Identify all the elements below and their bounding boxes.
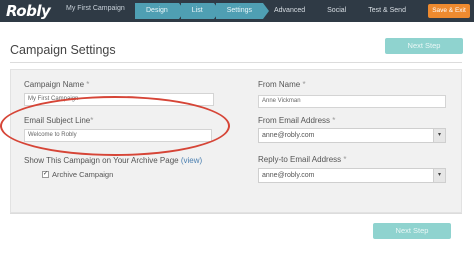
view-archive-link[interactable]: (view) — [181, 156, 202, 165]
divider — [10, 213, 462, 214]
page-title: Campaign Settings — [10, 43, 116, 57]
chevron-down-icon[interactable]: ▾ — [433, 129, 445, 142]
from-email-field-label: From Email Address * — [258, 116, 336, 125]
divider — [10, 62, 462, 63]
from-name-input[interactable]: Anne Vickman — [258, 95, 446, 108]
from-name-field-label: From Name * — [258, 80, 306, 89]
next-step-button-top[interactable]: Next Step — [385, 38, 463, 54]
from-email-value: anne@robly.com — [262, 132, 315, 139]
highlight-ellipse — [0, 96, 230, 156]
tab-design[interactable]: Design — [135, 3, 185, 19]
tab-test-send[interactable]: Test & Send — [357, 3, 417, 19]
step-nav: Design List Settings Advanced Social Tes… — [135, 3, 417, 19]
campaign-name-field-label: Campaign Name * — [24, 80, 90, 89]
save-exit-button[interactable]: Save & Exit — [428, 4, 470, 18]
top-bar: Robly My First Campaign Design List Sett… — [0, 0, 474, 22]
reply-email-select[interactable]: anne@robly.com ▾ — [258, 168, 446, 183]
show-archive-label: Show This Campaign on Your Archive Page … — [24, 156, 203, 165]
archive-campaign-checkbox[interactable]: ✓ — [42, 171, 49, 178]
reply-email-field-label: Reply-to Email Address * — [258, 155, 347, 164]
chevron-down-icon[interactable]: ▾ — [433, 169, 445, 182]
tab-advanced[interactable]: Advanced — [263, 3, 316, 19]
robly-logo[interactable]: Robly — [6, 2, 51, 20]
reply-email-value: anne@robly.com — [262, 172, 315, 179]
tab-settings[interactable]: Settings — [215, 3, 270, 19]
tab-list[interactable]: List — [180, 3, 220, 19]
from-email-select[interactable]: anne@robly.com ▾ — [258, 128, 446, 143]
archive-campaign-label: Archive Campaign — [52, 170, 114, 179]
next-step-button-bottom[interactable]: Next Step — [373, 223, 451, 239]
campaign-name-label: My First Campaign — [66, 5, 125, 12]
tab-social[interactable]: Social — [316, 3, 357, 19]
